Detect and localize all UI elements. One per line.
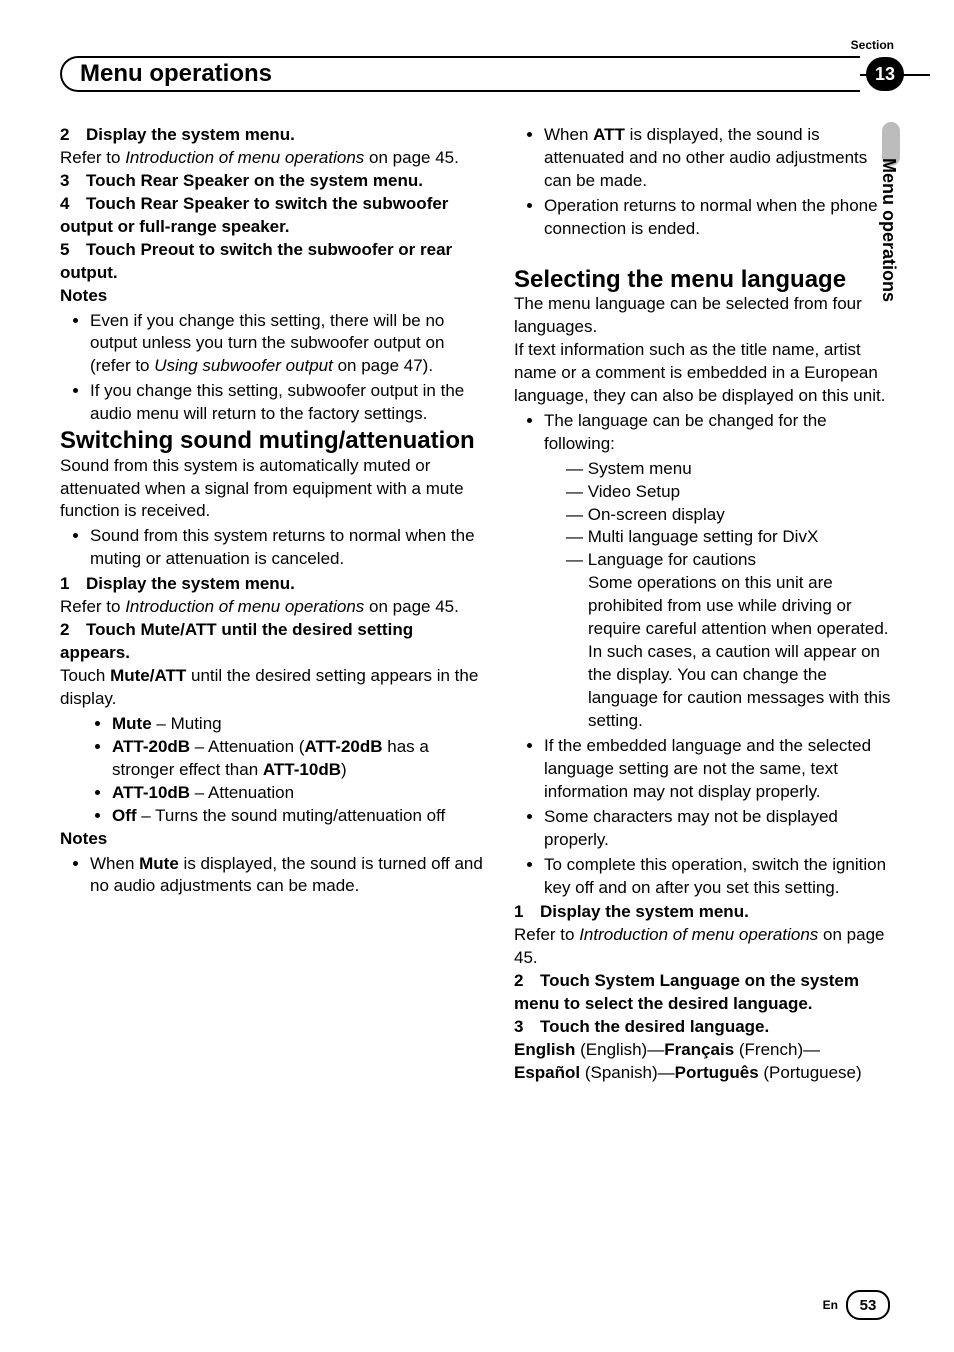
note-item: Operation returns to normal when the pho… xyxy=(544,195,894,241)
dash-sub-body: Some operations on this unit are prohibi… xyxy=(588,572,894,733)
lang-bullets: The language can be changed for the foll… xyxy=(514,410,894,456)
subheading-language: Selecting the menu language xyxy=(514,267,894,293)
muting-step-1-ref: Refer to Introduction of menu operations… xyxy=(60,596,486,619)
content-columns: 2Display the system menu. Refer to Intro… xyxy=(60,124,894,1085)
note-item: When ATT is displayed, the sound is atte… xyxy=(544,124,894,193)
note-item: Even if you change this setting, there w… xyxy=(90,310,486,379)
muting-step-2: 2Touch Mute/ATT until the desired settin… xyxy=(60,619,486,665)
step-3: 3Touch Rear Speaker on the system menu. xyxy=(60,170,486,193)
list-item: Some characters may not be displayed pro… xyxy=(544,806,894,852)
dash-item: Language for cautions xyxy=(566,549,894,572)
muting-options: Mute – Muting ATT-20dB – Attenuation (AT… xyxy=(60,713,486,828)
step-2: 2Display the system menu. xyxy=(60,124,486,147)
section-number-badge: 13 xyxy=(866,57,904,91)
notes-label-1: Notes xyxy=(60,285,486,308)
muting-step-1: 1Display the system menu. xyxy=(60,573,486,596)
notes-list-1: Even if you change this setting, there w… xyxy=(60,310,486,427)
dash-item: On-screen display xyxy=(566,504,894,527)
dash-item: Multi language setting for DivX xyxy=(566,526,894,549)
notes-label-2: Notes xyxy=(60,828,486,851)
subheading-muting: Switching sound muting/attenuation xyxy=(60,428,486,454)
lang-options: English (English)—Français (French)— Esp… xyxy=(514,1039,894,1085)
lang-p2: If text information such as the title na… xyxy=(514,339,894,408)
muting-bullets: Sound from this system returns to normal… xyxy=(60,525,486,571)
lang-bullets-2: If the embedded language and the selecte… xyxy=(514,735,894,900)
section-label: Section xyxy=(851,38,894,52)
dash-list: System menu Video Setup On-screen displa… xyxy=(566,458,894,573)
muting-intro: Sound from this system is automatically … xyxy=(60,455,486,524)
lang-step-3: 3Touch the desired language. xyxy=(514,1016,894,1039)
side-label: Menu operations xyxy=(878,158,899,302)
continued-notes: When ATT is displayed, the sound is atte… xyxy=(514,124,894,241)
lang-step-2: 2Touch System Language on the system men… xyxy=(514,970,894,1016)
dash-item: Video Setup xyxy=(566,481,894,504)
list-item: To complete this operation, switch the i… xyxy=(544,854,894,900)
page-title: Menu operations xyxy=(80,60,272,88)
lang-p1: The menu language can be selected from f… xyxy=(514,293,894,339)
page-header: Section Menu operations 13 xyxy=(60,52,894,96)
list-item: The language can be changed for the foll… xyxy=(544,410,894,456)
notes-list-2: When Mute is displayed, the sound is tur… xyxy=(60,853,486,899)
step-5: 5Touch Preout to switch the subwoofer or… xyxy=(60,239,486,285)
title-pill: Menu operations xyxy=(60,56,860,92)
page-footer: En 53 xyxy=(823,1290,890,1320)
note-item: When Mute is displayed, the sound is tur… xyxy=(90,853,486,899)
dash-item: System menu xyxy=(566,458,894,481)
lang-step-1-ref: Refer to Introduction of menu operations… xyxy=(514,924,894,970)
list-item: ATT-20dB – Attenuation (ATT-20dB has a s… xyxy=(112,736,486,782)
left-column: 2Display the system menu. Refer to Intro… xyxy=(60,124,486,1085)
footer-lang: En xyxy=(823,1298,838,1312)
note-item: If you change this setting, subwoofer ou… xyxy=(90,380,486,426)
list-item: ATT-10dB – Attenuation xyxy=(112,782,486,805)
step-2-ref: Refer to Introduction of menu operations… xyxy=(60,147,486,170)
list-item: Sound from this system returns to normal… xyxy=(90,525,486,571)
lang-step-1: 1Display the system menu. xyxy=(514,901,894,924)
page-number: 53 xyxy=(846,1290,890,1320)
right-column: When ATT is displayed, the sound is atte… xyxy=(514,124,894,1085)
step-4: 4Touch Rear Speaker to switch the subwoo… xyxy=(60,193,486,239)
list-item: If the embedded language and the selecte… xyxy=(544,735,894,804)
muting-step-2-body: Touch Mute/ATT until the desired setting… xyxy=(60,665,486,711)
list-item: Off – Turns the sound muting/attenuation… xyxy=(112,805,486,828)
list-item: Mute – Muting xyxy=(112,713,486,736)
